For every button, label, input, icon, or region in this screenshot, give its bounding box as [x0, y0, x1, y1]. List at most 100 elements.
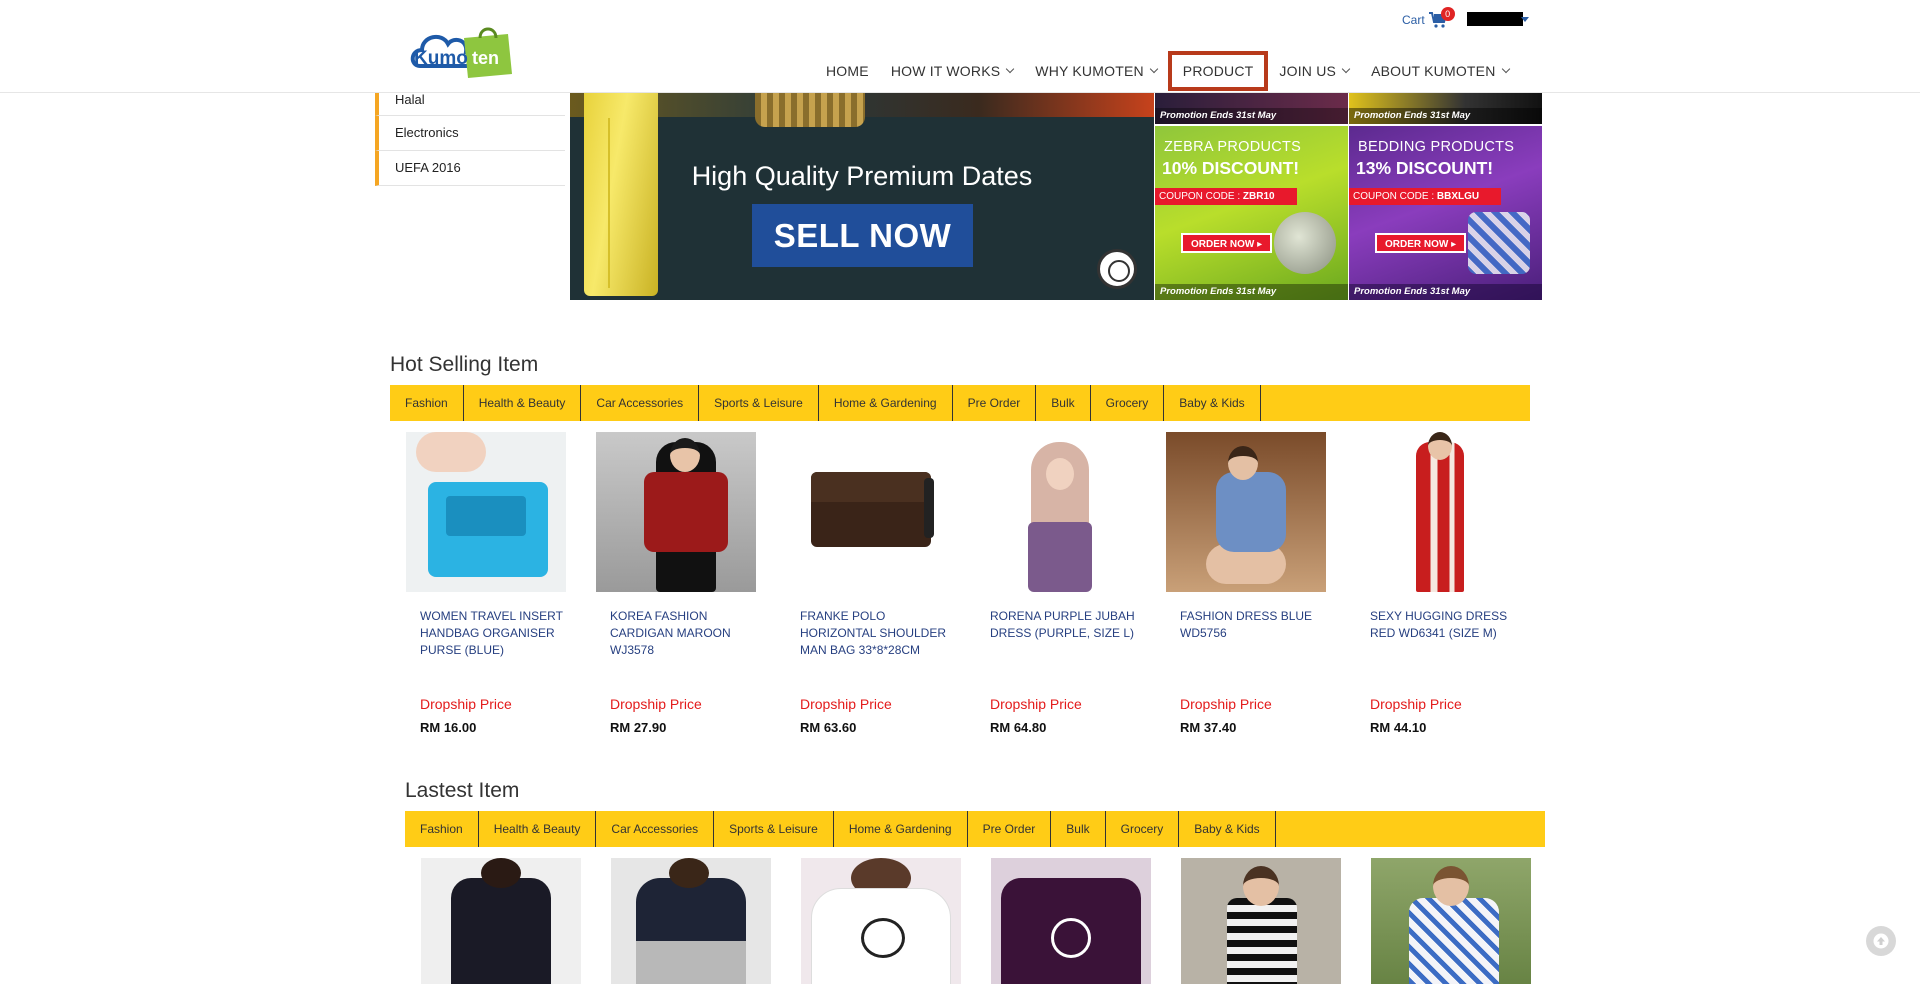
product-price: RM 16.00: [420, 720, 477, 735]
coupon-value: ZBR10: [1242, 191, 1275, 202]
latest-item-tabs: Fashion Health & Beauty Car Accessories …: [405, 811, 1545, 847]
dropship-price-label: Dropship Price: [800, 696, 892, 712]
tab-pre-order[interactable]: Pre Order: [953, 385, 1037, 421]
nav-about-kumoten[interactable]: ABOUT KUMOTEN: [1360, 51, 1519, 91]
tab-baby-kids[interactable]: Baby & Kids: [1179, 811, 1276, 847]
nav-why-kumoten-label: WHY KUMOTEN: [1035, 63, 1144, 79]
dropship-price-label: Dropship Price: [610, 696, 702, 712]
scroll-to-top-button[interactable]: [1866, 926, 1896, 956]
product-name[interactable]: WOMEN TRAVEL INSERT HANDBAG ORGANISER PU…: [420, 608, 570, 659]
sidebar-item-electronics[interactable]: Electronics: [375, 116, 565, 151]
cart-count-badge: 0: [1440, 7, 1455, 21]
hot-selling-title: Hot Selling Item: [390, 353, 539, 376]
tab-home-gardening[interactable]: Home & Gardening: [819, 385, 953, 421]
product-image[interactable]: [1371, 858, 1531, 984]
product-name[interactable]: FRANKE POLO HORIZONTAL SHOULDER MAN BAG …: [800, 608, 950, 659]
promo-strip: Promotion Ends 31st May: [1349, 284, 1542, 300]
tab-pre-order[interactable]: Pre Order: [968, 811, 1052, 847]
latest-item-title: Lastest Item: [405, 779, 520, 802]
halal-logo-icon: [1097, 249, 1137, 289]
sell-now-button[interactable]: SELL NOW: [752, 204, 973, 267]
nav-join-us[interactable]: JOIN US: [1268, 51, 1360, 91]
nav-home-label: HOME: [826, 63, 869, 79]
nav-home[interactable]: HOME: [815, 51, 880, 91]
zebra-promo-banner[interactable]: ZEBRA PRODUCTS 10% DISCOUNT! COUPON CODE…: [1155, 126, 1348, 300]
nav-why-kumoten[interactable]: WHY KUMOTEN: [1024, 51, 1168, 91]
bedding-image: [1468, 212, 1530, 274]
nav-about-kumoten-label: ABOUT KUMOTEN: [1371, 63, 1496, 79]
cart-link[interactable]: Cart 0: [1402, 7, 1455, 28]
product-image[interactable]: [1356, 432, 1516, 592]
user-menu[interactable]: [1467, 12, 1523, 26]
category-sidebar: Halal Electronics UEFA 2016: [375, 84, 565, 186]
promo-title: ZEBRA PRODUCTS: [1164, 139, 1302, 155]
promo-strip: Promotion Ends 31st May: [1155, 108, 1348, 124]
tab-baby-kids[interactable]: Baby & Kids: [1164, 385, 1261, 421]
coupon-code: COUPON CODE : BBXLGU: [1349, 188, 1502, 205]
product-image[interactable]: [1181, 858, 1341, 984]
cart-icon: 0: [1428, 7, 1455, 28]
kumoten-logo[interactable]: Kumo ten: [408, 26, 514, 82]
promo-strip: Promotion Ends 31st May: [1155, 284, 1348, 300]
chevron-down-icon: [1006, 64, 1015, 74]
promo-banner-top-left[interactable]: Promotion Ends 31st May: [1155, 93, 1348, 124]
coupon-value: BBXLGU: [1436, 191, 1480, 202]
product-name[interactable]: KOREA FASHION CARDIGAN MAROON WJ3578: [610, 608, 760, 659]
tab-grocery[interactable]: Grocery: [1106, 811, 1180, 847]
tab-sports-leisure[interactable]: Sports & Leisure: [699, 385, 819, 421]
order-now-button[interactable]: ORDER NOW ▸: [1181, 233, 1273, 253]
coupon-code: COUPON CODE : ZBR10: [1155, 188, 1297, 205]
hot-selling-tabs: Fashion Health & Beauty Car Accessories …: [390, 385, 1530, 421]
dates-banner[interactable]: High Quality Premium Dates SELL NOW: [570, 93, 1154, 300]
product-image[interactable]: [991, 858, 1151, 984]
coupon-label: COUPON CODE :: [1353, 191, 1437, 202]
ornament-decor: [755, 93, 865, 127]
chevron-down-icon: [1149, 64, 1159, 74]
product-price: RM 63.60: [800, 720, 857, 735]
promo-strip: Promotion Ends 31st May: [1349, 108, 1542, 124]
svg-text:Kumo: Kumo: [414, 48, 468, 69]
dropship-price-label: Dropship Price: [420, 696, 512, 712]
product-image[interactable]: [801, 858, 961, 984]
product-image[interactable]: [406, 432, 566, 592]
dropship-price-label: Dropship Price: [1180, 696, 1272, 712]
tab-home-gardening[interactable]: Home & Gardening: [834, 811, 968, 847]
sidebar-item-uefa-2016[interactable]: UEFA 2016: [375, 151, 565, 186]
cart-label: Cart: [1402, 13, 1425, 27]
tab-grocery[interactable]: Grocery: [1091, 385, 1165, 421]
tab-car-accessories[interactable]: Car Accessories: [581, 385, 700, 421]
product-price: RM 64.80: [990, 720, 1047, 735]
promo-banner-top-right[interactable]: Promotion Ends 31st May: [1349, 93, 1542, 124]
tab-sports-leisure[interactable]: Sports & Leisure: [714, 811, 834, 847]
product-name[interactable]: SEXY HUGGING DRESS RED WD6341 (SIZE M): [1370, 608, 1520, 642]
nav-product-label: PRODUCT: [1182, 63, 1254, 79]
user-menu-caret-icon[interactable]: [1521, 17, 1529, 22]
tab-fashion[interactable]: Fashion: [390, 385, 464, 421]
promo-discount: 13% DISCOUNT!: [1356, 158, 1494, 178]
bedding-promo-banner[interactable]: BEDDING PRODUCTS 13% DISCOUNT! COUPON CO…: [1349, 126, 1542, 300]
tab-health-beauty[interactable]: Health & Beauty: [479, 811, 597, 847]
nav-how-it-works-label: HOW IT WORKS: [890, 63, 1001, 79]
nav-product[interactable]: PRODUCT: [1167, 51, 1269, 91]
nav-how-it-works[interactable]: HOW IT WORKS: [880, 51, 1024, 91]
product-image[interactable]: [786, 432, 946, 592]
order-now-button[interactable]: ORDER NOW ▸: [1375, 233, 1467, 253]
kettle-image: [1274, 212, 1336, 274]
tab-bulk[interactable]: Bulk: [1051, 811, 1106, 847]
promo-title: BEDDING PRODUCTS: [1358, 139, 1515, 155]
svg-text:ten: ten: [472, 48, 499, 68]
tab-bulk[interactable]: Bulk: [1036, 385, 1091, 421]
product-image[interactable]: [421, 858, 581, 984]
dropship-price-label: Dropship Price: [1370, 696, 1462, 712]
product-name[interactable]: FASHION DRESS BLUE WD5756: [1180, 608, 1330, 642]
product-name[interactable]: RORENA PURPLE JUBAH DRESS (PURPLE, SIZE …: [990, 608, 1140, 642]
tab-health-beauty[interactable]: Health & Beauty: [464, 385, 582, 421]
product-image[interactable]: [596, 432, 756, 592]
product-image[interactable]: [976, 432, 1136, 592]
dropship-price-label: Dropship Price: [990, 696, 1082, 712]
product-image[interactable]: [1166, 432, 1326, 592]
nav-join-us-label: JOIN US: [1279, 63, 1337, 79]
tab-fashion[interactable]: Fashion: [405, 811, 479, 847]
tab-car-accessories[interactable]: Car Accessories: [596, 811, 715, 847]
product-image[interactable]: [611, 858, 771, 984]
